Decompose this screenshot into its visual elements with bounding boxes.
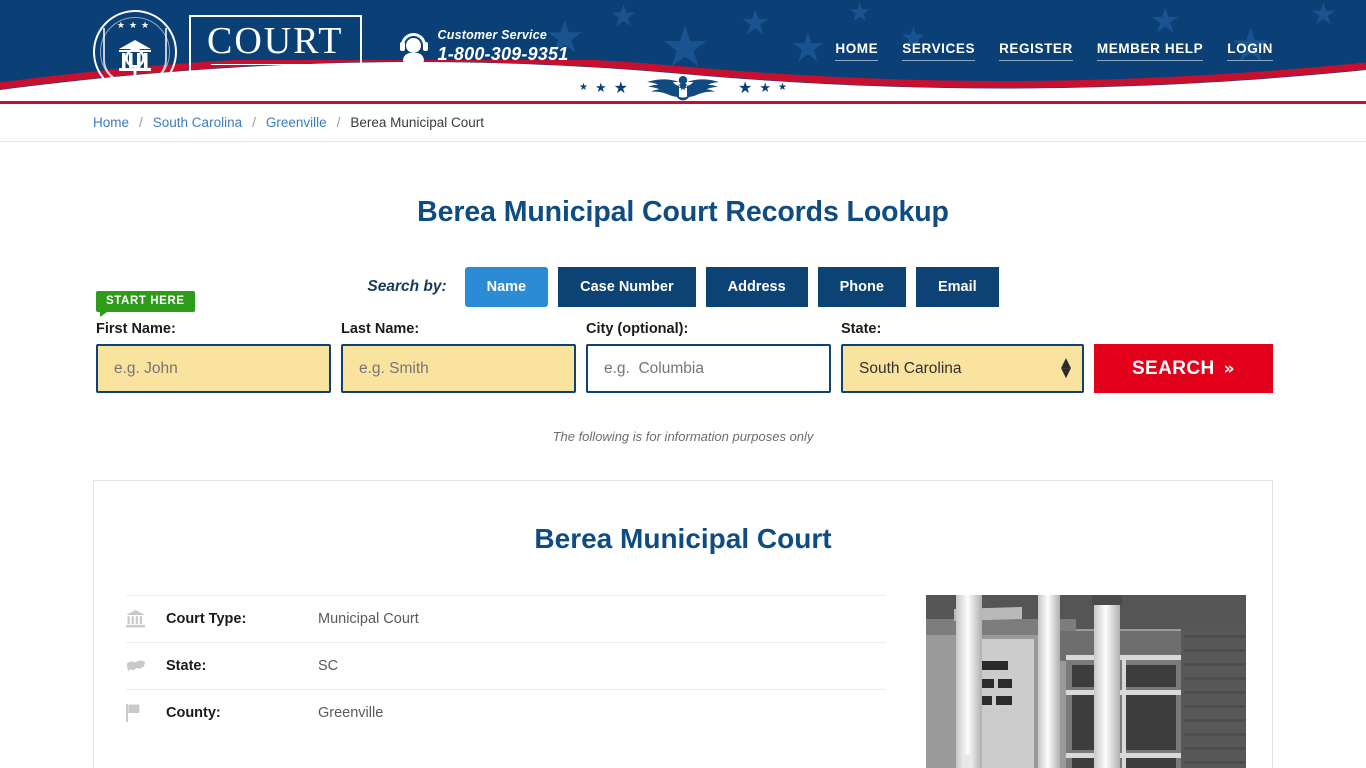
tab-phone[interactable]: Phone <box>817 267 906 307</box>
breadcrumb-item-home[interactable]: Home <box>93 115 129 130</box>
breadcrumb-item-county[interactable]: Greenville <box>266 115 327 130</box>
breadcrumb: Home / South Carolina / Greenville / Ber… <box>93 115 1273 130</box>
state-label: State: <box>841 321 882 337</box>
tab-address[interactable]: Address <box>705 267 808 307</box>
headset-agent-icon <box>399 32 428 62</box>
customer-service-phone[interactable]: 1-800-309-9351 <box>438 44 569 66</box>
last-name-label: Last Name: <box>341 321 420 337</box>
usa-map-icon <box>126 659 166 673</box>
breadcrumb-separator: / <box>336 115 341 130</box>
page-title: Berea Municipal Court Records Lookup <box>417 196 949 228</box>
breadcrumb-separator: / <box>252 115 256 130</box>
detail-label: Court Type: <box>166 611 247 627</box>
city-input[interactable] <box>586 344 831 393</box>
search-button-label: SEARCH <box>1131 357 1215 379</box>
detail-label: County: <box>166 705 221 721</box>
breadcrumb-item-state[interactable]: South Carolina <box>153 115 242 130</box>
search-form: START HERE First Name: Last Name: City (… <box>93 291 1273 393</box>
table-row: Court Type: Municipal Court <box>126 595 886 642</box>
breadcrumb-separator: / <box>139 115 143 130</box>
court-name-heading: Berea Municipal Court <box>534 523 832 554</box>
customer-service-block: Customer Service 1-800-309-9351 <box>399 28 569 66</box>
tab-email[interactable]: Email <box>915 267 999 307</box>
table-row: County: Greenville <box>126 689 886 736</box>
nav-item-home[interactable]: HOME <box>835 41 879 61</box>
state-field-group: State: ▲▼ <box>841 321 1084 393</box>
logo-wordmark-main: COURT <box>207 20 344 63</box>
courthouse-photo: 1965 <box>926 595 1246 768</box>
main-content: Berea Municipal Court Records Lookup Sea… <box>93 196 1273 768</box>
detail-label: State: <box>166 658 207 674</box>
site-header: ★ ★ ★ ★ ★ ★ ★ ★ ★ ★ ★ ★ ★ ★ ★ ★ ★★★ COUR… <box>0 0 1366 104</box>
state-select[interactable] <box>841 344 1084 393</box>
bank-building-icon <box>126 610 166 628</box>
nav-item-member-help[interactable]: MEMBER HELP <box>1096 41 1204 61</box>
court-info-card: Berea Municipal Court Court Type: Munici… <box>93 480 1273 768</box>
city-field-group: City (optional): <box>586 321 831 393</box>
breadcrumb-item-current: Berea Municipal Court <box>350 115 484 130</box>
nav-item-login[interactable]: LOGIN <box>1227 41 1273 61</box>
detail-value: SC <box>318 658 339 674</box>
search-button[interactable]: SEARCH » <box>1094 344 1273 393</box>
detail-value: Municipal Court <box>318 611 419 627</box>
detail-value: Greenville <box>318 705 384 721</box>
search-by-label: Search by: <box>367 278 447 295</box>
search-by-tabs: Search by: Name Case Number Address Phon… <box>93 267 1273 307</box>
last-name-field-group: Last Name: <box>341 321 576 393</box>
tab-name[interactable]: Name <box>464 267 549 307</box>
tab-case-number[interactable]: Case Number <box>558 267 696 307</box>
breadcrumb-bar: Home / South Carolina / Greenville / Ber… <box>0 104 1366 142</box>
header-red-rule <box>0 101 1366 104</box>
double-chevron-right-icon: » <box>1223 358 1236 379</box>
city-label: City (optional): <box>586 321 689 337</box>
table-row: State: SC <box>126 642 886 689</box>
court-details-list: Court Type: Municipal Court State: SC Co… <box>126 595 886 768</box>
start-here-badge: START HERE <box>96 291 195 317</box>
last-name-input[interactable] <box>341 344 576 393</box>
eagle-emblem-row: ★ ★ ★ ★ ★ ★ <box>0 72 1366 104</box>
disclaimer-text: The following is for information purpose… <box>552 429 814 444</box>
first-name-input[interactable] <box>96 344 331 393</box>
first-name-label: First Name: <box>96 321 176 337</box>
nav-item-register[interactable]: REGISTER <box>999 41 1073 61</box>
nav-item-services[interactable]: SERVICES <box>902 41 976 61</box>
main-nav: HOME SERVICES REGISTER MEMBER HELP LOGIN <box>835 41 1273 61</box>
first-name-field-group: First Name: <box>96 321 331 393</box>
customer-service-label: Customer Service <box>437 28 548 42</box>
eagle-icon <box>647 76 719 101</box>
flag-icon <box>126 704 166 722</box>
